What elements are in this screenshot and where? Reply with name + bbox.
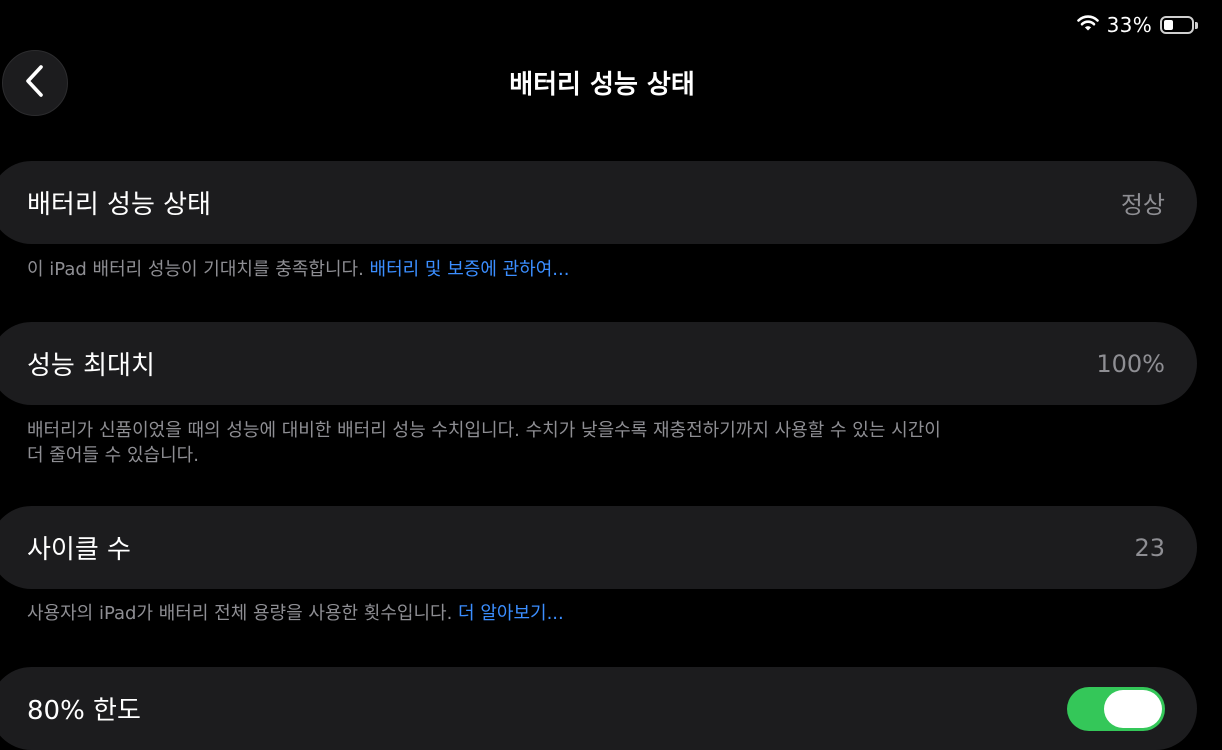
toggle-knob: [1104, 689, 1162, 728]
battery-warranty-link[interactable]: 배터리 및 보증에 관하여...: [370, 259, 570, 280]
limit-80-label: 80% 한도: [27, 696, 141, 726]
cycle-count-footnote-text: 사용자의 iPad가 배터리 전체 용량을 사용한 횟수입니다.: [27, 603, 459, 624]
cycle-count-row: 사이클 수 23: [0, 506, 1197, 589]
battery-icon: [1160, 16, 1198, 34]
battery-health-footnote: 이 iPad 배터리 성능이 기대치를 충족합니다. 배터리 및 보증에 관하여…: [27, 257, 1007, 282]
maximum-capacity-label: 성능 최대치: [27, 351, 155, 381]
maximum-capacity-footnote-line1: 배터리가 신품이었을 때의 성능에 대비한 배터리 성능 수치입니다. 수치가 …: [27, 420, 941, 441]
maximum-capacity-row: 성능 최대치 100%: [0, 322, 1197, 405]
learn-more-link[interactable]: 더 알아보기...: [458, 603, 564, 624]
battery-percent: 33%: [1106, 13, 1152, 37]
cycle-count-footnote: 사용자의 iPad가 배터리 전체 용량을 사용한 횟수입니다. 더 알아보기.…: [27, 601, 1007, 626]
status-bar: 33%: [1076, 12, 1198, 38]
battery-health-value: 정상: [1120, 191, 1165, 219]
maximum-capacity-footnote-line2: 더 줄어들 수 있습니다.: [27, 445, 199, 466]
page-title: 배터리 성능 상태: [509, 70, 695, 100]
limit-80-toggle[interactable]: [1067, 686, 1165, 731]
battery-health-label: 배터리 성능 상태: [27, 190, 211, 220]
cycle-count-label: 사이클 수: [27, 535, 131, 565]
wifi-icon: [1076, 14, 1099, 36]
maximum-capacity-footnote: 배터리가 신품이었을 때의 성능에 대비한 배터리 성능 수치입니다. 수치가 …: [27, 418, 1007, 468]
maximum-capacity-value: 100%: [1096, 349, 1165, 378]
battery-health-row: 배터리 성능 상태 정상: [0, 161, 1197, 244]
battery-fill: [1164, 20, 1173, 30]
battery-health-footnote-text: 이 iPad 배터리 성능이 기대치를 충족합니다.: [27, 259, 370, 280]
cycle-count-value: 23: [1134, 533, 1165, 562]
limit-80-row: 80% 한도: [0, 667, 1197, 750]
